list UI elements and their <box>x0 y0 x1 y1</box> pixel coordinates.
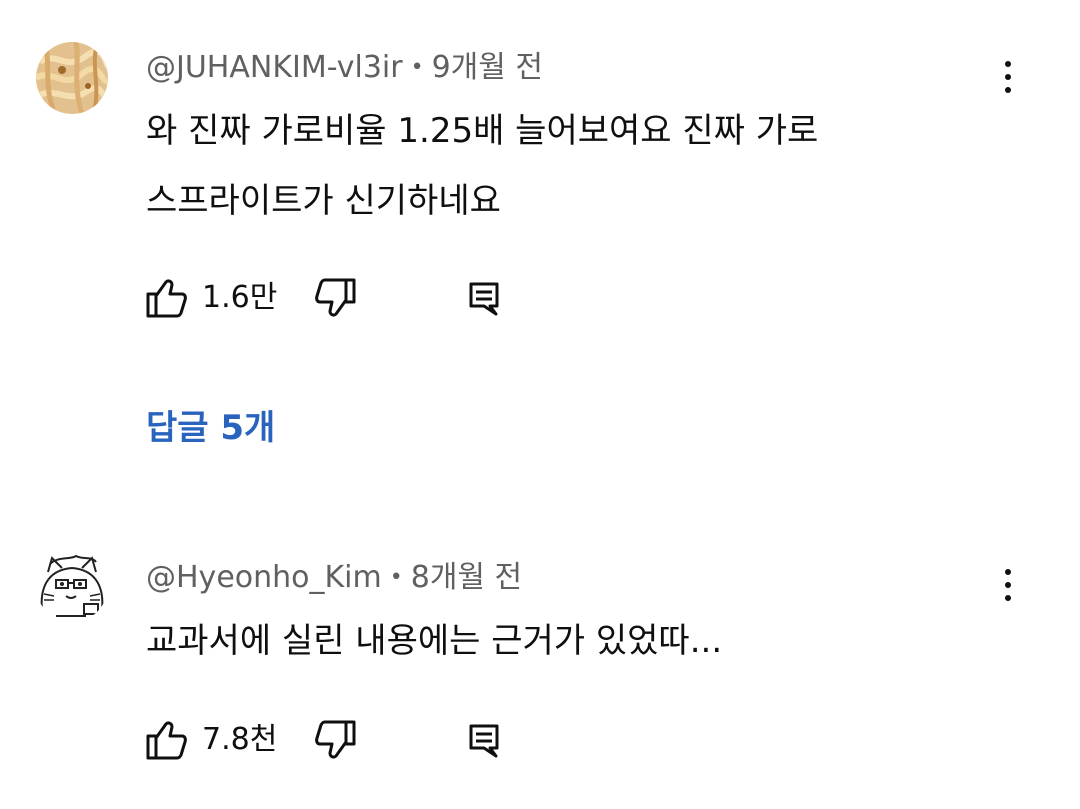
like-button[interactable] <box>144 716 188 764</box>
comment-text-line: 교과서에 실린 내용에는 근거가 있었따... <box>146 621 723 661</box>
comment-text-line: 스프라이트가 신기하네요 <box>146 181 501 221</box>
thumbs-down-icon <box>315 278 356 317</box>
view-replies-button[interactable]: 답글 5개 <box>146 402 275 454</box>
comment-text: 와 진짜 가로비율 1.25배 늘어보여요 진짜 가로 스프라이트가 신기하네요 <box>146 96 818 236</box>
cartoon-cat-avatar-icon <box>36 550 108 622</box>
like-count: 1.6만 <box>202 280 278 315</box>
like-button[interactable] <box>144 274 188 322</box>
vertical-dots-icon <box>1005 61 1011 67</box>
vertical-dots-icon <box>1005 569 1011 575</box>
dislike-button[interactable] <box>314 716 358 764</box>
author-avatar[interactable] <box>36 42 108 114</box>
comment-text: 교과서에 실린 내용에는 근거가 있었따... <box>146 606 722 676</box>
author-avatar[interactable] <box>36 550 108 622</box>
comment-reply-icon <box>469 282 499 316</box>
comment-item: @Hyeonho_Kim • 8개월 전 교과서에 실린 내용에는 근거가 있었따.… <box>0 520 1080 809</box>
separator-dot: • <box>389 565 403 590</box>
thumbs-up-icon <box>146 721 187 760</box>
comment-actions: 7.8천 <box>140 716 560 764</box>
noodle-photo-avatar-icon <box>36 42 108 114</box>
reply-button[interactable] <box>466 274 502 322</box>
comment-meta: @JUHANKIM-vl3ir • 9개월 전 <box>146 48 543 91</box>
thumbs-down-icon <box>315 720 356 759</box>
author-name[interactable]: @Hyeonho_Kim <box>146 560 382 595</box>
comment-actions: 1.6만 <box>140 274 560 322</box>
comment-reply-icon <box>469 724 499 758</box>
comment-meta: @Hyeonho_Kim • 8개월 전 <box>146 558 522 601</box>
comment-time: 9개월 전 <box>431 50 544 85</box>
like-count: 7.8천 <box>202 722 278 757</box>
reply-button[interactable] <box>466 716 502 764</box>
more-options-button[interactable] <box>988 560 1028 610</box>
thumbs-up-icon <box>146 279 187 318</box>
more-options-button[interactable] <box>988 52 1028 102</box>
comment-text-line: 와 진짜 가로비율 1.25배 늘어보여요 진짜 가로 <box>146 111 819 151</box>
separator-dot: • <box>410 55 424 80</box>
author-name[interactable]: @JUHANKIM-vl3ir <box>146 50 403 85</box>
comment-item: @JUHANKIM-vl3ir • 9개월 전 와 진짜 가로비율 1.25배 늘어… <box>0 0 1080 480</box>
comment-time: 8개월 전 <box>410 560 523 595</box>
dislike-button[interactable] <box>314 274 358 322</box>
